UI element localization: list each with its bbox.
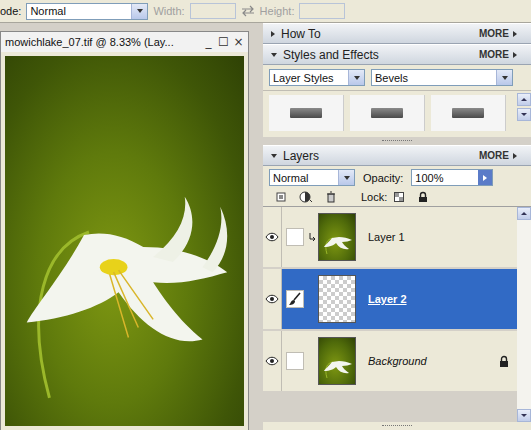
opacity-arrow-icon[interactable] (478, 170, 492, 185)
palette-bin: How ToMORE Styles and EffectsMORE Layer … (263, 23, 531, 430)
bevel-preview[interactable] (350, 95, 425, 131)
document-titlebar[interactable]: mowichlake_07.tif @ 8.33% (Lay... _☐× (1, 32, 248, 52)
eye-icon[interactable] (265, 294, 279, 304)
flower-photo-icon (5, 56, 244, 426)
window-control-button[interactable]: _ (202, 35, 215, 49)
layer-name[interactable]: Layer 2 (368, 293, 517, 305)
layer-thumbnail (318, 213, 356, 261)
width-field[interactable] (190, 3, 236, 19)
resize-gripper[interactable] (263, 422, 531, 430)
layer-row[interactable]: Layer 2 (263, 269, 517, 331)
window-control-button[interactable]: ☐ (217, 35, 230, 49)
more-button[interactable]: MORE (479, 28, 517, 39)
link-box[interactable] (286, 290, 304, 308)
expand-arrow-icon[interactable] (271, 154, 277, 158)
new-layer-icon[interactable] (275, 191, 287, 203)
layer-name[interactable]: Layer 1 (368, 231, 517, 243)
bevel-preview[interactable] (269, 95, 344, 131)
photo-canvas[interactable] (5, 56, 244, 426)
height-field[interactable] (299, 3, 345, 19)
document-window[interactable]: mowichlake_07.tif @ 8.33% (Lay... _☐× (0, 31, 249, 430)
previews-scrollbar[interactable] (517, 91, 531, 137)
style-type-select[interactable]: Bevels (371, 69, 513, 86)
more-button[interactable]: MORE (479, 150, 517, 161)
lock-label: Lock: (361, 191, 387, 203)
eye-icon[interactable] (265, 232, 279, 242)
opacity-label: Opacity: (363, 172, 403, 184)
photo-thumbnail-icon (319, 214, 355, 260)
brush-icon (288, 292, 302, 306)
options-bar: ode: Normal Width: Height: (0, 0, 531, 23)
layers-header[interactable]: LayersMORE (263, 145, 531, 166)
layer-row[interactable]: Layer 1 (263, 207, 517, 269)
expand-arrow-icon[interactable] (271, 31, 275, 37)
bevel-preview[interactable] (431, 95, 506, 131)
style-category-select[interactable]: Layer Styles (269, 69, 365, 86)
visibility-toggle[interactable] (263, 269, 282, 329)
layer-name[interactable]: Background (368, 355, 499, 367)
adjustment-layer-icon[interactable] (299, 191, 313, 203)
lock-transparency-icon[interactable] (393, 191, 405, 203)
mode-label: ode: (0, 5, 21, 17)
document-title: mowichlake_07.tif @ 8.33% (Lay... (5, 36, 174, 48)
photo-thumbnail-icon (319, 338, 355, 384)
style-previews (263, 90, 531, 137)
width-label: Width: (153, 5, 184, 17)
link-box[interactable] (286, 352, 304, 370)
blend-mode-select[interactable]: Normal (269, 169, 355, 186)
clip-arrow-icon (309, 232, 317, 242)
mode-select[interactable]: Normal (26, 3, 148, 20)
dropdown-arrow-icon (131, 4, 147, 19)
visibility-toggle[interactable] (263, 207, 282, 267)
resize-gripper[interactable] (263, 137, 531, 145)
expand-arrow-icon[interactable] (271, 53, 277, 57)
more-button[interactable]: MORE (479, 49, 517, 60)
layer-scrollbar[interactable] (517, 207, 531, 422)
how-to-header[interactable]: How ToMORE (263, 23, 531, 44)
window-control-button[interactable]: × (232, 35, 245, 49)
height-label: Height: (260, 5, 295, 17)
lock-all-icon[interactable] (417, 191, 429, 203)
trash-icon[interactable] (325, 191, 337, 203)
link-box[interactable] (286, 228, 304, 246)
layer-thumbnail (318, 337, 356, 385)
layer-row[interactable]: Background (263, 331, 517, 393)
visibility-toggle[interactable] (263, 331, 282, 391)
photoshop-elements-screen: ode: Normal Width: Height: mowichlake_07.tif… (0, 0, 531, 430)
opacity-field[interactable]: 100% (411, 169, 493, 186)
lock-icon (499, 355, 509, 367)
styles-header[interactable]: Styles and EffectsMORE (263, 44, 531, 65)
eye-icon[interactable] (265, 356, 279, 366)
swap-icon[interactable] (241, 5, 255, 17)
layer-thumbnail (318, 275, 356, 323)
layer-list: Layer 1 Layer 2 Background (263, 207, 517, 422)
